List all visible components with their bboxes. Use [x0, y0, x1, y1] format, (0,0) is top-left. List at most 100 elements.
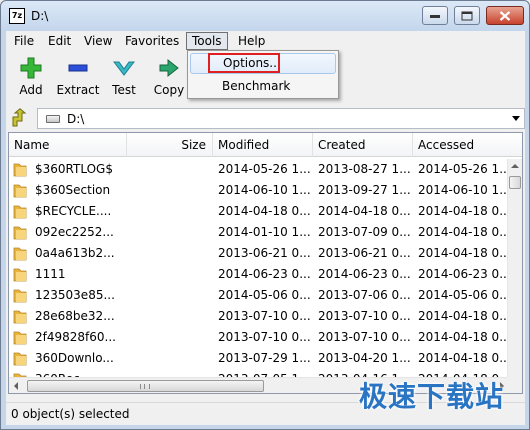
copy-label: Copy [153, 83, 185, 97]
folder-icon [13, 184, 27, 198]
cell-modified: 2014-05-26 1... [218, 162, 311, 176]
cell-size [127, 306, 213, 327]
maximize-icon [461, 11, 473, 20]
column-header-accessed[interactable]: Accessed [413, 133, 522, 157]
table-row[interactable]: 1111 2014-06-23 0... 2014-06-23 0... 2014-0… [9, 264, 509, 285]
menu-favorites[interactable]: Favorites [120, 32, 184, 50]
extract-button[interactable]: Extract [53, 53, 103, 103]
cell-modified: 2014-06-23 0... [218, 267, 311, 281]
cell-name: 0a4a613b2... [35, 246, 115, 260]
cell-accessed: 2014-04-18 0... [418, 246, 509, 260]
cell-accessed: 2014-04-18 0... [418, 330, 509, 344]
maximize-button[interactable] [454, 6, 480, 25]
cell-accessed: 2014-04-18 0... [418, 225, 509, 239]
scroll-up-arrow-icon[interactable] [511, 164, 519, 168]
menu-help[interactable]: Help [233, 32, 270, 50]
menu-bar: File Edit View Favorites Tools Help [6, 31, 525, 51]
menu-view[interactable]: View [79, 32, 117, 50]
cell-created: 2014-06-23 0... [318, 267, 411, 281]
up-folder-button[interactable] [9, 108, 29, 128]
cell-name: 2f49828f60... [35, 330, 116, 344]
cell-name: $RECYCLE.... [35, 204, 112, 218]
file-rows: $360RTLOG$ 2014-05-26 1... 2013-08-27 1...… [9, 159, 509, 390]
add-button[interactable]: Add [14, 53, 48, 103]
cell-name: 28e68be32... [35, 309, 115, 323]
cell-size [127, 159, 213, 180]
address-dropdown-arrow-icon[interactable] [512, 116, 520, 121]
file-list[interactable]: Name Size Modified Created Accessed $360… [8, 132, 523, 394]
scrollbar-corner [507, 377, 522, 393]
cell-modified: 2013-07-10 0... [218, 330, 311, 344]
cell-size [127, 348, 213, 369]
options-highlight-box [208, 53, 280, 73]
folder-icon [13, 268, 27, 282]
cell-size [127, 285, 213, 306]
cell-created: 2013-04-20 1... [318, 351, 411, 365]
minimize-button[interactable] [422, 6, 448, 25]
address-input[interactable]: D:\ [37, 108, 525, 129]
app-icon: 7z [9, 8, 25, 24]
cell-name: $360RTLOG$ [35, 162, 113, 176]
cell-size [127, 264, 213, 285]
cell-created: 2013-07-09 0... [318, 225, 411, 239]
watermark-logo: 极速下载站 [359, 380, 505, 413]
folder-icon [13, 226, 27, 240]
app-window: 7z D:\ File Edit View Favorites Tools He… [0, 0, 530, 430]
cell-created: 2013-07-06 0... [318, 288, 411, 302]
cell-name: 1111 [35, 267, 66, 281]
menu-tools[interactable]: Tools [186, 32, 228, 50]
folder-icon [13, 247, 27, 261]
cell-modified: 2014-06-10 1... [218, 183, 311, 197]
table-row[interactable]: $RECYCLE.... 2014-04-18 0... 2014-04-18 0.… [9, 201, 509, 222]
window-title: D:\ [31, 9, 49, 23]
column-header-created[interactable]: Created [313, 133, 413, 157]
column-header-modified[interactable]: Modified [213, 133, 313, 157]
title-bar[interactable]: 7z D:\ [1, 1, 529, 31]
menu-option-benchmark[interactable]: Benchmark [190, 76, 336, 97]
folder-icon [13, 331, 27, 345]
copy-button[interactable]: Copy [152, 53, 186, 103]
vertical-scrollbar[interactable] [507, 159, 522, 378]
cell-accessed: 2014-06-23 0... [418, 267, 509, 281]
folder-icon [13, 289, 27, 303]
cell-created: 2014-04-18 0... [318, 204, 411, 218]
cell-size [127, 243, 213, 264]
extract-label: Extract [56, 83, 100, 97]
horizontal-scroll-thumb[interactable] [27, 380, 264, 392]
menu-file[interactable]: File [9, 32, 39, 50]
test-button[interactable]: Test [108, 53, 140, 103]
cell-accessed: 2014-04-18 0... [418, 351, 509, 365]
table-row[interactable]: $360RTLOG$ 2014-05-26 1... 2013-08-27 1...… [9, 159, 509, 180]
table-row[interactable]: 123503e85... 2014-05-06 0... 2013-07-06 0.… [9, 285, 509, 306]
table-row[interactable]: 2f49828f60... 2013-07-10 0... 2013-07-10 0… [9, 327, 509, 348]
minimize-icon [430, 14, 440, 18]
cell-modified: 2014-05-06 0... [218, 288, 311, 302]
column-header-name[interactable]: Name [9, 133, 127, 157]
cell-size [127, 222, 213, 243]
cell-accessed: 2014-06-10 1... [418, 183, 509, 197]
scroll-grip-icon [140, 384, 150, 389]
close-button[interactable] [486, 6, 524, 25]
cell-name: 092ec2252... [35, 225, 114, 239]
address-path: D:\ [67, 112, 85, 126]
close-icon [499, 10, 511, 21]
scroll-left-arrow-icon[interactable] [14, 382, 18, 390]
table-row[interactable]: 360Downlo... 2013-07-29 1... 2013-04-20 1.… [9, 348, 509, 369]
column-header-size[interactable]: Size [127, 133, 213, 157]
menu-edit[interactable]: Edit [43, 32, 76, 50]
copy-arrow-icon [159, 58, 179, 78]
cell-accessed: 2014-05-26 1... [418, 162, 509, 176]
table-row[interactable]: 0a4a613b2... 2013-06-21 0... 2013-06-21 0.… [9, 243, 509, 264]
table-row[interactable]: 092ec2252... 2014-01-10 1... 2013-07-09 0.… [9, 222, 509, 243]
cell-size [127, 327, 213, 348]
address-bar: D:\ [6, 107, 525, 129]
cell-created: 2013-07-10 0... [318, 309, 411, 323]
table-row[interactable]: $360Section 2014-06-10 1... 2013-09-27 1..… [9, 180, 509, 201]
vertical-scroll-thumb[interactable] [509, 176, 521, 189]
cell-accessed: 2014-05-06 0... [418, 288, 509, 302]
table-row[interactable]: 28e68be32... 2013-07-10 0... 2013-07-10 0.… [9, 306, 509, 327]
folder-icon [13, 310, 27, 324]
cell-modified: 2013-07-29 1... [218, 351, 311, 365]
cell-name: $360Section [35, 183, 111, 197]
add-icon [20, 57, 42, 79]
